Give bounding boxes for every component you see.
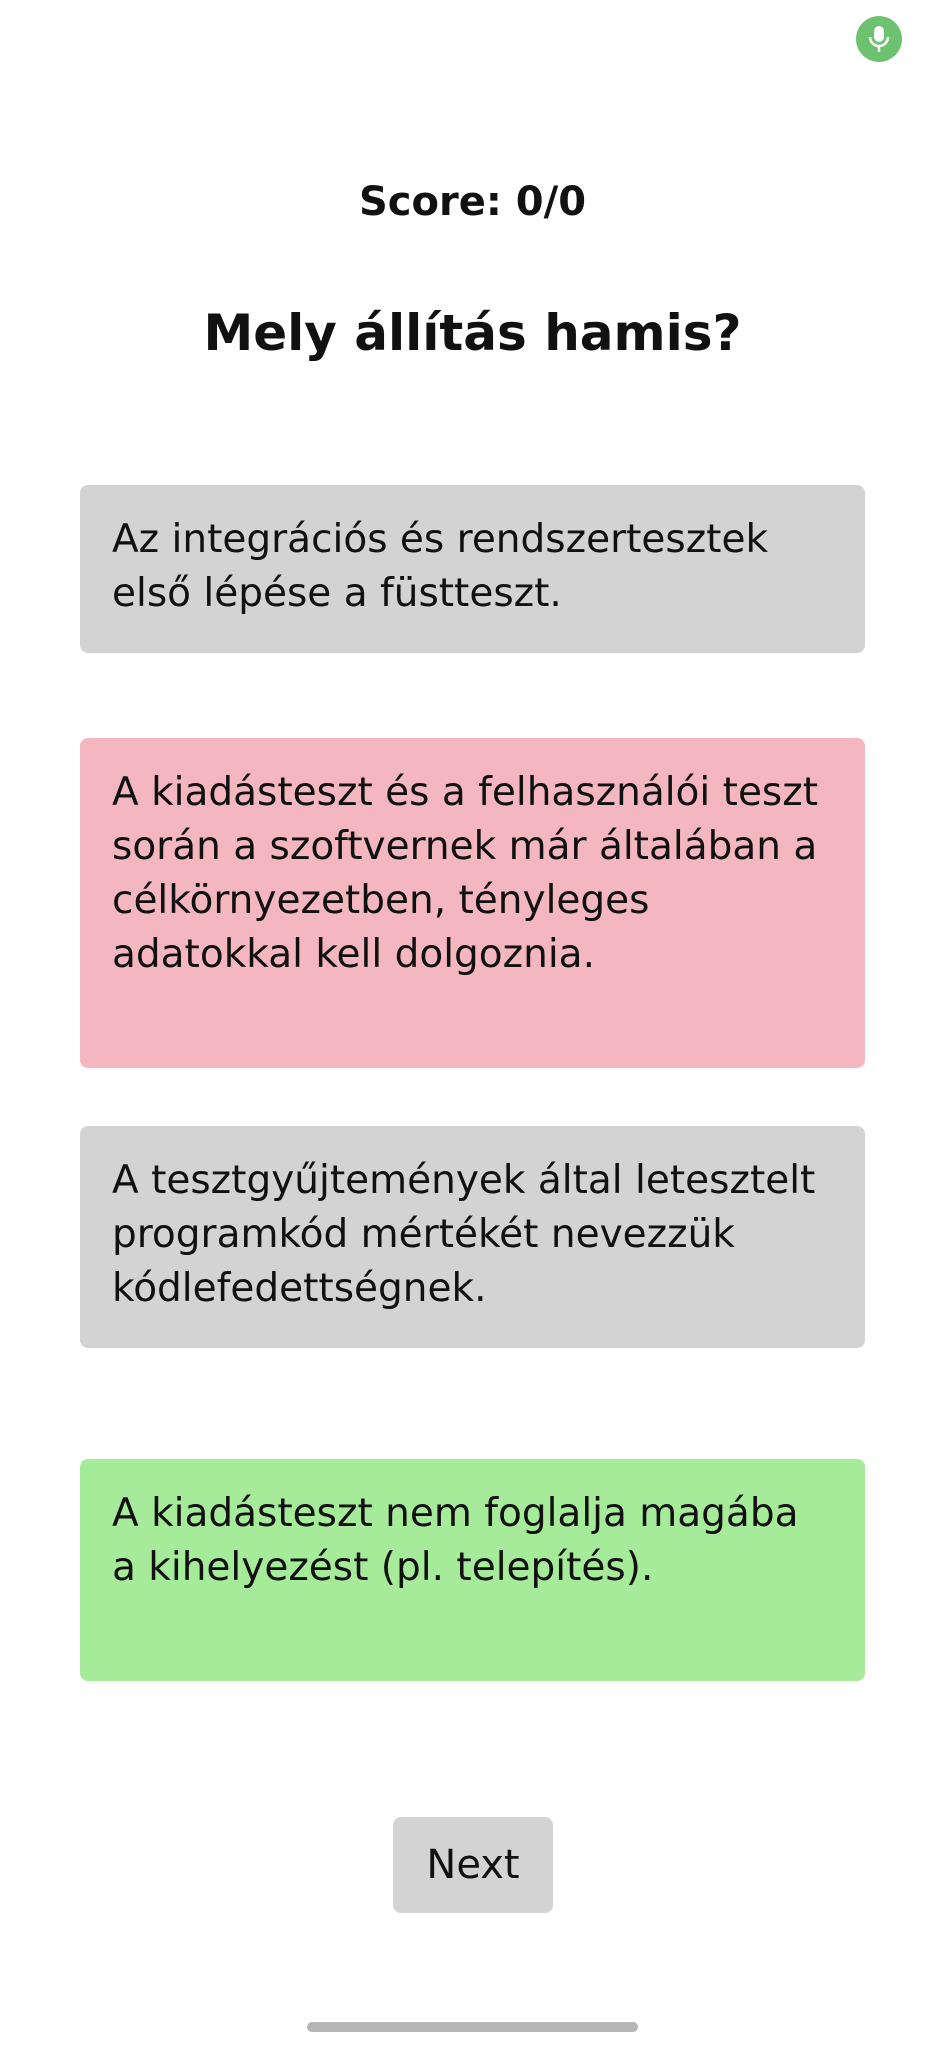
- microphone-icon: [868, 26, 890, 52]
- answer-option-4[interactable]: A kiadásteszt nem foglalja magába a kihe…: [80, 1459, 865, 1681]
- home-indicator: [307, 2022, 638, 2032]
- next-button[interactable]: Next: [393, 1817, 553, 1913]
- answer-option-1[interactable]: Az integrációs és rendszertesztek első l…: [80, 485, 865, 653]
- answer-option-2[interactable]: A kiadásteszt és a felhasználói teszt so…: [80, 738, 865, 1068]
- question-title: Mely állítás hamis?: [203, 304, 742, 362]
- answer-option-3[interactable]: A tesztgyűjtemények által letesztelt pro…: [80, 1126, 865, 1348]
- microphone-indicator: [856, 16, 902, 62]
- score-label: Score: 0/0: [358, 179, 587, 225]
